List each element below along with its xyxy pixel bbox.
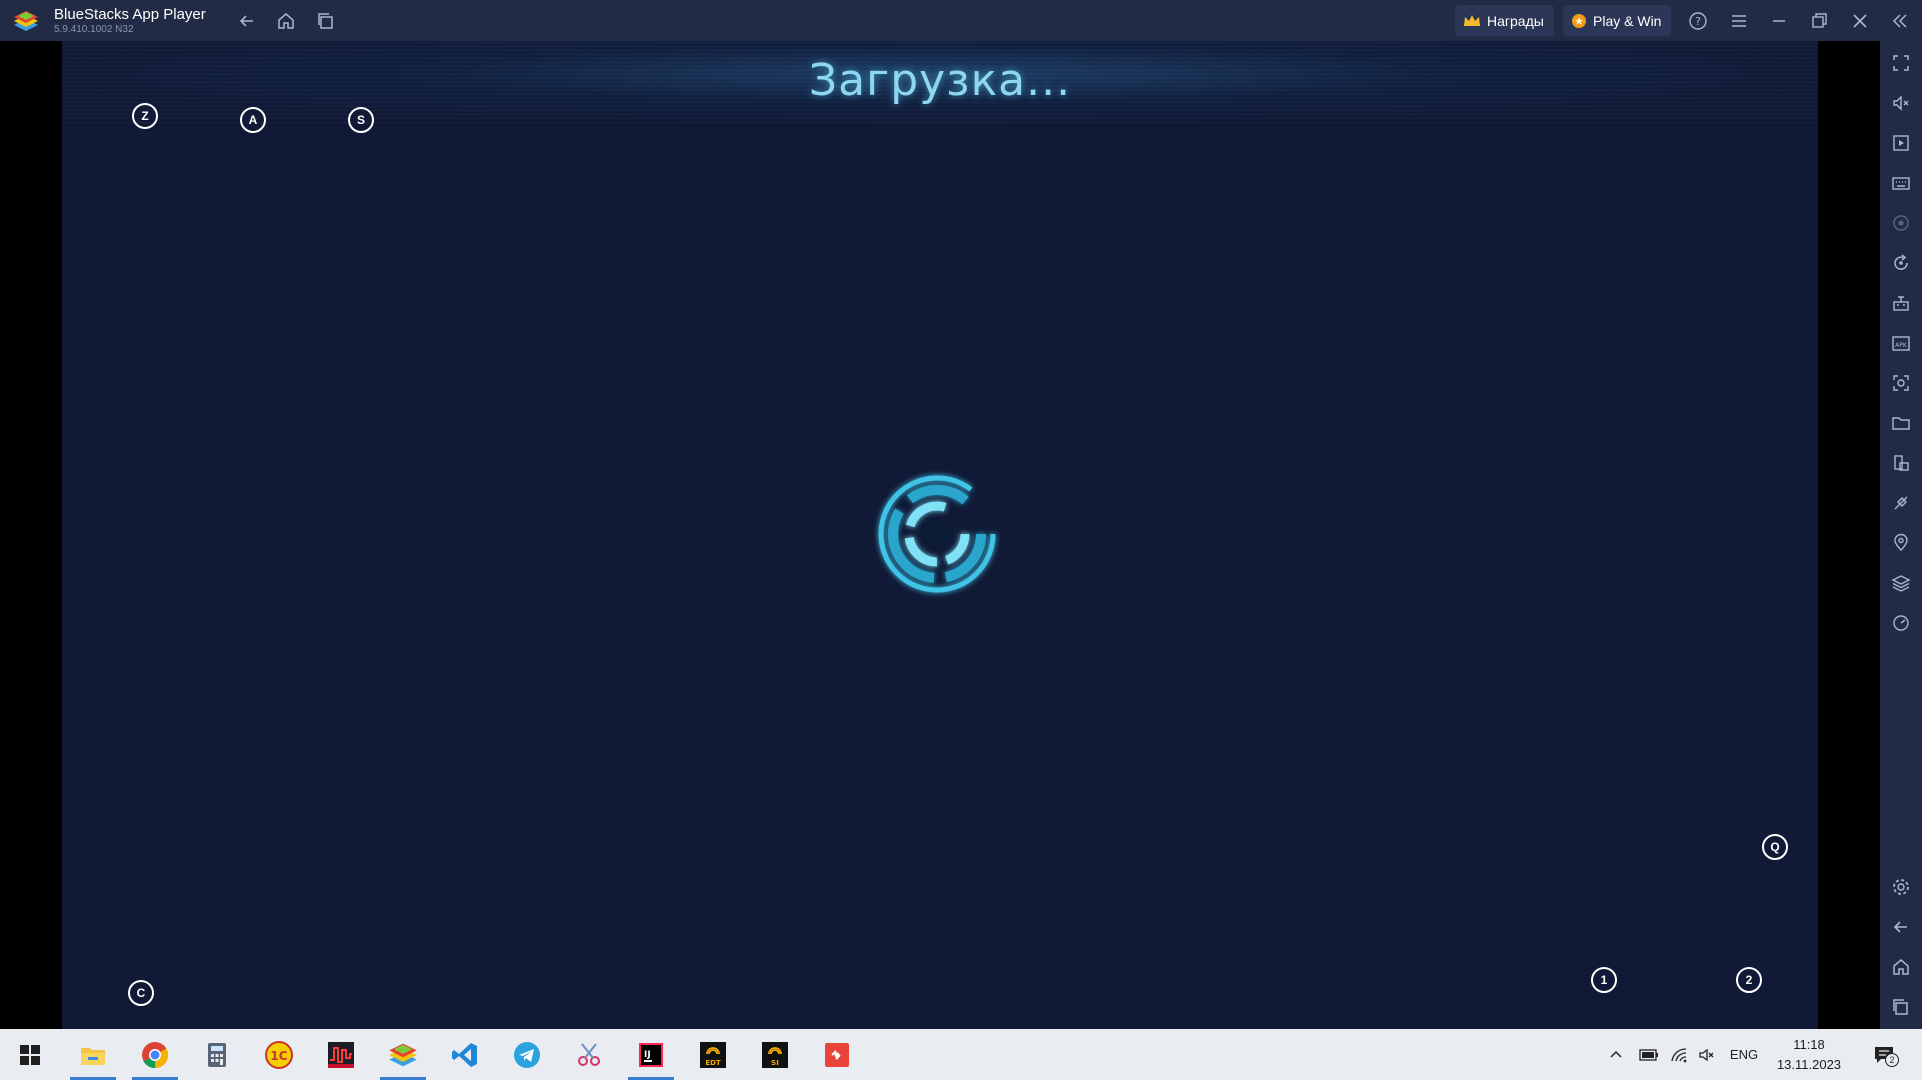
start-button[interactable] xyxy=(5,1029,55,1080)
svg-text:?: ? xyxy=(1695,15,1701,28)
vscode-icon xyxy=(452,1042,477,1067)
multi-instance-icon[interactable] xyxy=(1889,451,1913,475)
taskbar-file-explorer[interactable] xyxy=(68,1029,118,1080)
taskbar-bluestacks[interactable] xyxy=(378,1029,428,1080)
android-recents-icon[interactable] xyxy=(1889,995,1913,1019)
volume-icon[interactable] xyxy=(1889,91,1913,115)
collapse-sidebar-icon[interactable] xyxy=(1889,10,1911,32)
letterbox-right xyxy=(1818,41,1880,1029)
battery-icon[interactable] xyxy=(1635,1029,1663,1080)
minimize-icon[interactable] xyxy=(1768,10,1790,32)
key-hint-a: A xyxy=(240,107,266,133)
taskbar-1c[interactable]: 1C xyxy=(254,1029,304,1080)
taskbar-edt[interactable]: EDT xyxy=(688,1029,738,1080)
svg-text:APK: APK xyxy=(1895,342,1908,349)
macro-icon[interactable] xyxy=(1889,291,1913,315)
taskbar-git[interactable] xyxy=(812,1029,862,1080)
taskbar-si[interactable]: SI xyxy=(750,1029,800,1080)
clock-time: 11:18 xyxy=(1793,1037,1825,1052)
eco-mode-icon[interactable] xyxy=(1889,491,1913,515)
restore-icon[interactable] xyxy=(1808,10,1830,32)
folder-icon xyxy=(81,1047,105,1065)
windows-taskbar: 1C IJ EDT SI ENG 11:18 13.11.2023 2 xyxy=(0,1029,1922,1080)
taskbar-monitor[interactable] xyxy=(316,1029,366,1080)
calculator-icon xyxy=(208,1042,226,1067)
edt-icon: EDT xyxy=(700,1041,726,1068)
letterbox-left xyxy=(0,41,62,1029)
loading-spinner-icon xyxy=(872,469,1002,599)
keyboard-icon[interactable] xyxy=(1889,171,1913,195)
chrome-icon xyxy=(142,1041,169,1068)
key-hint-q: Q xyxy=(1762,834,1788,860)
coin-icon xyxy=(1571,13,1587,29)
media-icon[interactable] xyxy=(1889,131,1913,155)
key-hint-c: C xyxy=(128,980,154,1006)
si-icon: SI xyxy=(762,1041,788,1068)
key-hint-2: 2 xyxy=(1736,967,1762,993)
game-screen[interactable]: Загрузка... Z A S Q C 1 2 xyxy=(62,41,1818,1029)
svg-text:IJ: IJ xyxy=(644,1050,651,1060)
intellij-icon: IJ xyxy=(639,1042,663,1067)
volume-muted-icon[interactable] xyxy=(1694,1029,1720,1080)
1c-enterprise-icon: 1C xyxy=(265,1040,293,1069)
telegram-icon xyxy=(514,1041,540,1068)
settings-icon[interactable] xyxy=(1889,875,1913,899)
rewards-button[interactable]: Награды xyxy=(1455,5,1554,36)
rotate-icon[interactable] xyxy=(1889,251,1913,275)
play-and-win-button[interactable]: Play & Win xyxy=(1563,5,1672,36)
tray-overflow-icon[interactable] xyxy=(1604,1029,1628,1080)
location-icon[interactable] xyxy=(1889,531,1913,555)
key-hint-z: Z xyxy=(132,103,158,129)
title-bar: BlueStacks App Player 5.9.410.1002 N32 Н… xyxy=(0,0,1922,41)
notification-count-badge: 2 xyxy=(1885,1052,1899,1067)
key-hint-s: S xyxy=(348,107,374,133)
right-sidebar: APK xyxy=(1880,41,1922,1029)
rewards-label: Награды xyxy=(1487,12,1544,29)
taskbar-chrome[interactable] xyxy=(130,1029,180,1080)
windows-logo-icon xyxy=(20,1044,40,1065)
folder-icon[interactable] xyxy=(1889,411,1913,435)
android-back-icon[interactable] xyxy=(1889,915,1913,939)
bluestacks-icon xyxy=(389,1043,417,1066)
notification-icon: 2 xyxy=(1873,1045,1899,1067)
record-icon[interactable] xyxy=(1889,211,1913,235)
loading-title: Загрузка... xyxy=(808,55,1072,106)
bluestacks-logo-icon xyxy=(12,8,40,34)
help-icon[interactable]: ? xyxy=(1687,10,1709,32)
key-hint-1: 1 xyxy=(1591,967,1617,993)
scissors-icon xyxy=(578,1042,600,1066)
notifications-button[interactable]: 2 xyxy=(1866,1029,1902,1080)
git-icon xyxy=(825,1042,849,1067)
taskbar-calculator[interactable] xyxy=(192,1029,242,1080)
wifi-icon[interactable] xyxy=(1666,1029,1692,1080)
taskbar-snipping-tool[interactable] xyxy=(564,1029,614,1080)
layers-icon[interactable] xyxy=(1889,571,1913,595)
back-icon[interactable] xyxy=(236,10,258,32)
system-clock[interactable]: 11:18 13.11.2023 xyxy=(1766,1035,1852,1075)
recent-apps-icon[interactable] xyxy=(315,10,337,32)
svg-text:EDT: EDT xyxy=(705,1059,721,1067)
svg-text:SI: SI xyxy=(771,1059,779,1067)
svg-text:1C: 1C xyxy=(270,1049,287,1063)
home-icon[interactable] xyxy=(275,10,297,32)
taskbar-vscode[interactable] xyxy=(440,1029,490,1080)
screenshot-icon[interactable] xyxy=(1889,371,1913,395)
crown-icon xyxy=(1463,14,1481,28)
android-home-icon[interactable] xyxy=(1889,955,1913,979)
app-title: BlueStacks App Player xyxy=(54,6,206,23)
playwin-label: Play & Win xyxy=(1593,12,1662,29)
input-language[interactable]: ENG xyxy=(1724,1029,1764,1080)
waveform-app-icon xyxy=(328,1041,354,1068)
performance-icon[interactable] xyxy=(1889,611,1913,635)
clock-date: 13.11.2023 xyxy=(1776,1057,1842,1072)
taskbar-telegram[interactable] xyxy=(502,1029,552,1080)
taskbar-intellij[interactable]: IJ xyxy=(626,1029,676,1080)
apk-icon[interactable]: APK xyxy=(1889,331,1913,355)
menu-icon[interactable] xyxy=(1728,10,1750,32)
fullscreen-icon[interactable] xyxy=(1889,51,1913,75)
app-version: 5.9.410.1002 N32 xyxy=(54,24,134,35)
close-icon[interactable] xyxy=(1849,10,1871,32)
